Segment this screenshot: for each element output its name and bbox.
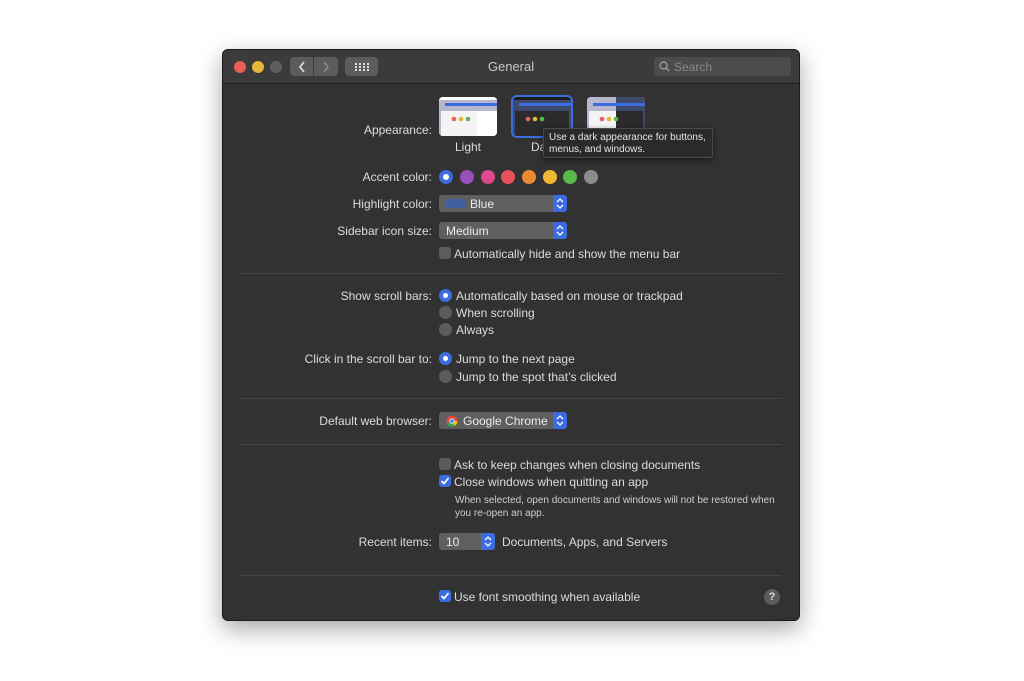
chrome-icon [446,415,458,427]
accent-orange[interactable] [522,170,536,184]
search-icon [659,61,670,72]
sidebar-icon-size-popup[interactable]: Medium [439,222,567,239]
highlight-color-popup[interactable]: Blue [439,195,567,212]
accent-purple[interactable] [460,170,474,184]
minimize-window-button[interactable] [252,61,264,73]
sidebar-icon-size-label: Sidebar icon size: [337,224,432,238]
preferences-window: General Appearance: Light [222,49,800,621]
click-scroll-next-page-radio[interactable] [439,352,452,365]
default-browser-value: Google Chrome [463,414,548,428]
recent-items-suffix: Documents, Apps, and Servers [502,535,668,549]
click-scroll-spot-label: Jump to the spot that’s clicked [456,370,617,384]
accent-color-label: Accent color: [362,170,432,184]
search-field[interactable] [654,57,791,76]
accent-graphite[interactable] [584,170,598,184]
appearance-label: Appearance: [363,123,432,137]
checkmark-icon [440,592,450,600]
updown-arrows-icon [553,195,567,212]
window-title: General [487,59,535,74]
title-bar: General [223,50,799,84]
separator [240,273,782,274]
recent-items-value: 10 [446,535,460,549]
menubar-checkbox[interactable] [439,247,451,259]
accent-yellow[interactable] [543,170,557,184]
appearance-light-label: Light [454,140,482,154]
question-mark-icon: ? [768,591,776,603]
click-scroll-spot-radio[interactable] [439,370,452,383]
light-preview-icon [439,97,497,136]
accent-blue[interactable] [439,170,453,184]
menubar-checkbox-label: Automatically hide and show the menu bar [454,247,681,261]
close-window-button[interactable] [234,61,246,73]
chevron-left-icon [298,61,305,72]
forward-button[interactable] [313,57,337,76]
accent-red[interactable] [501,170,515,184]
separator [240,575,782,576]
updown-arrows-icon [553,222,567,239]
scroll-bars-auto-label: Automatically based on mouse or trackpad [456,289,683,303]
checkmark-icon [440,477,450,485]
highlight-value: Blue [470,197,495,211]
click-scroll-next-page-label: Jump to the next page [456,352,575,366]
scroll-bars-when-scrolling-radio[interactable] [439,306,452,319]
separator [240,444,782,445]
recent-items-label: Recent items: [358,535,432,549]
scroll-bars-label: Show scroll bars: [340,289,432,303]
selected-dot-icon [443,174,449,180]
click-scroll-label: Click in the scroll bar to: [304,352,432,366]
accent-pink[interactable] [481,170,495,184]
scroll-bars-auto-radio[interactable] [439,289,452,302]
updown-arrows-icon [553,412,567,429]
recent-items-popup[interactable]: 10 [439,533,495,550]
updown-arrows-icon [481,533,495,550]
back-button[interactable] [290,57,313,76]
ask-changes-checkbox[interactable] [439,458,451,470]
show-all-button[interactable] [345,57,378,76]
close-windows-label: Close windows when quitting an app [454,475,649,489]
scroll-bars-always-radio[interactable] [439,323,452,336]
chevron-right-icon [322,61,329,72]
default-browser-popup[interactable]: Google Chrome [439,412,567,429]
search-input[interactable] [674,59,784,74]
font-smoothing-checkbox[interactable] [439,590,451,602]
accent-green[interactable] [563,170,577,184]
font-smoothing-label: Use font smoothing when available [454,590,641,604]
scroll-bars-when-scrolling-label: When scrolling [456,306,535,320]
default-browser-label: Default web browser: [319,414,432,428]
grid-icon [354,62,369,71]
highlight-swatch [446,199,466,208]
scroll-bars-always-label: Always [456,323,495,337]
separator [240,398,782,399]
help-button[interactable]: ? [764,589,780,605]
dark-appearance-tooltip: Use a dark appearance for buttons, menus… [543,128,713,158]
highlight-color-label: Highlight color: [352,197,432,211]
navigation-buttons [290,57,338,76]
sidebar-icon-size-value: Medium [446,224,489,238]
close-windows-note: When selected, open documents and window… [455,495,775,519]
ask-changes-label: Ask to keep changes when closing documen… [454,458,701,472]
close-windows-checkbox[interactable] [439,475,451,487]
zoom-window-button[interactable] [270,61,282,73]
appearance-light-option[interactable] [439,97,497,136]
